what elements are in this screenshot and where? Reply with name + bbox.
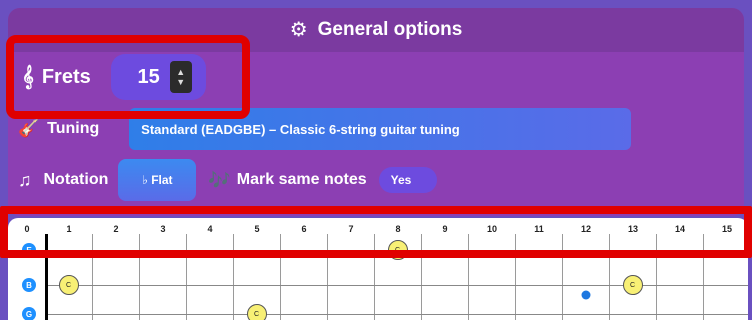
panel-header[interactable]: ⚙ General options — [8, 8, 744, 52]
fret-dot-marker — [581, 290, 590, 300]
fretboard[interactable]: 0 1 2 3 4 5 6 7 8 9 10 11 12 13 14 15 EBG CCCC — [8, 218, 748, 320]
open-string-note[interactable]: G — [22, 307, 36, 320]
fret-number: 10 — [486, 224, 498, 234]
fret-number: 3 — [160, 224, 166, 234]
note-marker[interactable]: C — [387, 240, 408, 260]
fret-line — [374, 234, 375, 320]
guitar-string — [48, 314, 748, 315]
fret-number: 9 — [442, 224, 448, 234]
chevron-down-icon[interactable]: ▼ — [176, 77, 185, 87]
gear-icon: ⚙ — [289, 19, 308, 41]
mark-same-notes-label: Mark same notes — [236, 171, 367, 188]
fret-line — [233, 234, 234, 320]
open-string-note[interactable]: B — [22, 278, 36, 292]
fret-line — [139, 234, 140, 320]
note-marker[interactable]: C — [622, 275, 643, 295]
fret-number: 0 — [24, 224, 30, 234]
fret-line — [421, 234, 422, 320]
tuning-label: Tuning — [47, 120, 100, 137]
fret-number: 5 — [254, 224, 260, 234]
fret-number: 7 — [348, 224, 354, 234]
fret-number: 11 — [534, 224, 544, 234]
nut — [45, 234, 48, 320]
fret-number: 1 — [66, 224, 72, 234]
music-note-icon: ♫ — [18, 169, 32, 190]
frets-value: 15 — [137, 65, 160, 88]
music-notes-icon: 🎶 — [208, 169, 231, 190]
fret-line — [656, 234, 657, 320]
notation-flat-button[interactable]: ♭ Flat — [118, 159, 197, 201]
mark-same-notes-toggle[interactable]: Yes — [378, 167, 437, 193]
fret-line — [327, 234, 328, 320]
fret-line — [92, 234, 93, 320]
note-marker[interactable]: C — [58, 275, 79, 295]
fret-line — [468, 234, 469, 320]
fret-number: 8 — [395, 224, 401, 234]
open-string-note[interactable]: E — [22, 243, 36, 257]
fret-number: 15 — [721, 224, 733, 234]
panel-title: General options — [317, 19, 463, 40]
frets-label: Frets — [41, 65, 91, 88]
note-marker[interactable]: C — [246, 304, 267, 320]
fret-number: 2 — [113, 224, 119, 234]
tuning-select[interactable]: Standard (EADGBE) – Classic 6-string gui… — [129, 108, 632, 150]
fret-number: 4 — [207, 224, 213, 234]
notation-row: ♫ Notation ♭ Flat 🎶 Mark same notes Yes — [18, 158, 437, 202]
fret-line — [703, 234, 704, 320]
frets-row: 𝄞 Frets 15 ▲ ▼ — [22, 52, 206, 102]
fret-number: 6 — [301, 224, 307, 234]
frets-stepper[interactable]: 15 ▲ ▼ — [110, 54, 206, 100]
treble-clef-icon: 𝄞 — [22, 65, 34, 88]
spin-buttons[interactable]: ▲ ▼ — [169, 61, 192, 93]
guitar-icon: 🎸 — [18, 119, 40, 138]
fret-line — [186, 234, 187, 320]
fret-number: 14 — [674, 224, 686, 234]
guitar-string — [48, 285, 748, 286]
fret-line — [280, 234, 281, 320]
chevron-up-icon[interactable]: ▲ — [176, 67, 185, 77]
fret-line — [562, 234, 563, 320]
fret-line — [515, 234, 516, 320]
fret-number: 12 — [580, 224, 592, 234]
fret-line — [609, 234, 610, 320]
notation-label: Notation — [43, 171, 109, 188]
fret-number: 13 — [627, 224, 639, 234]
tuning-row: 🎸 Tuning Standard (EADGBE) – Classic 6-s… — [18, 108, 632, 150]
